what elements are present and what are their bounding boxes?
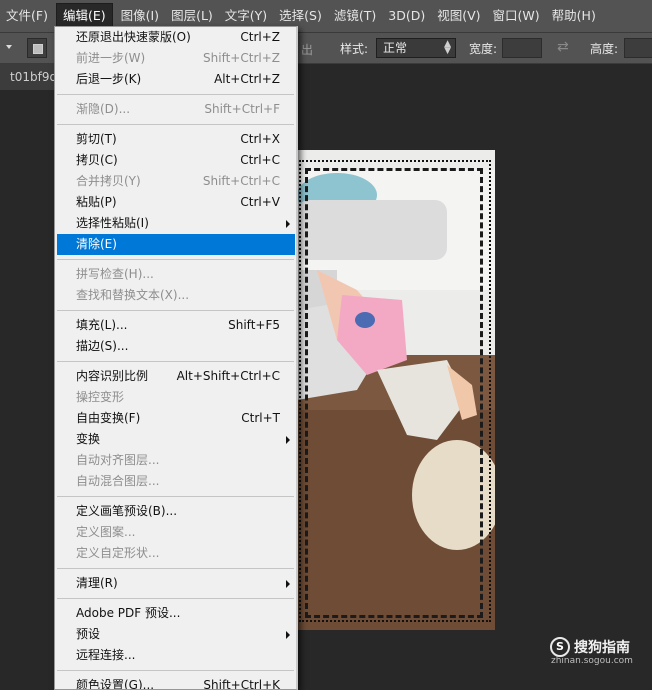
menu-item-define-pattern[interactable]: 定义图案... (55, 522, 296, 543)
menu-separator (57, 94, 294, 95)
style-select[interactable]: 正常 ▲ ▼ (376, 38, 456, 58)
sogou-s-icon: S (550, 637, 570, 657)
menu-item-auto-align-layers[interactable]: 自动对齐图层... (55, 450, 296, 471)
menu-separator (57, 310, 294, 311)
menu-item-free-transform[interactable]: 自由变换(F) Ctrl+T (55, 408, 296, 429)
watermark-logo: S 搜狗指南 (550, 637, 630, 657)
menu-item-check-spelling[interactable]: 拼写检查(H)... (55, 264, 296, 285)
canvas-image[interactable] (297, 150, 495, 630)
menu-separator (57, 259, 294, 260)
watermark-brand: 搜狗指南 (574, 640, 630, 656)
menu-item-cut[interactable]: 剪切(T) Ctrl+X (55, 129, 296, 150)
edit-menu-dropdown: 还原退出快速蒙版(O) Ctrl+Z 前进一步(W) Shift+Ctrl+Z 后退… (54, 26, 298, 690)
menu-view[interactable]: 视图(V) (431, 4, 486, 28)
new-selection-mode-icon[interactable] (27, 38, 47, 58)
menu-item-define-brush-preset[interactable]: 定义画笔预设(B)... (55, 501, 296, 522)
menu-file[interactable]: 文件(F) (0, 4, 54, 28)
menu-item-remote-connections[interactable]: 远程连接... (55, 645, 296, 666)
menu-separator (57, 124, 294, 125)
menu-item-paste[interactable]: 粘贴(P) Ctrl+V (55, 192, 296, 213)
menu-item-stroke[interactable]: 描边(S)... (55, 336, 296, 357)
menu-type[interactable]: 文字(Y) (219, 4, 273, 28)
style-label: 样式: (340, 42, 369, 56)
document-tab-title: t01bf9d (10, 70, 58, 84)
menu-item-copy[interactable]: 拷贝(C) Ctrl+C (55, 150, 296, 171)
menu-filter[interactable]: 滤镜(T) (328, 4, 382, 28)
height-input[interactable] (624, 38, 652, 58)
menu-item-adobe-pdf-presets[interactable]: Adobe PDF 预设... (55, 603, 296, 624)
menu-3d[interactable]: 3D(D) (382, 4, 431, 28)
swap-width-height-icon[interactable]: ⇄ (557, 39, 569, 55)
menu-separator (57, 598, 294, 599)
submenu-arrow-icon (286, 436, 290, 444)
width-label: 宽度: (469, 42, 498, 56)
menu-item-fade[interactable]: 渐隐(D)... Shift+Ctrl+F (55, 99, 296, 120)
menu-separator (57, 361, 294, 362)
menu-item-content-aware-scale[interactable]: 内容识别比例 Alt+Shift+Ctrl+C (55, 366, 296, 387)
menu-item-define-custom-shape[interactable]: 定义自定形状... (55, 543, 296, 564)
updown-arrow-icon: ▲ ▼ (444, 39, 451, 56)
menu-item-transform[interactable]: 变换 (55, 429, 296, 450)
style-select-value: 正常 (383, 41, 408, 55)
menu-separator (57, 568, 294, 569)
menu-item-step-backward[interactable]: 后退一步(K) Alt+Ctrl+Z (55, 69, 296, 90)
menu-item-undo[interactable]: 还原退出快速蒙版(O) Ctrl+Z (55, 27, 296, 48)
menu-item-puppet-warp[interactable]: 操控变形 (55, 387, 296, 408)
selection-marquee-inner (305, 168, 483, 618)
menu-item-find-replace[interactable]: 查找和替换文本(X)... (55, 285, 296, 306)
menu-image[interactable]: 图像(I) (115, 4, 165, 28)
tool-preset-dropdown-icon[interactable] (6, 45, 12, 49)
width-input[interactable] (502, 38, 542, 58)
submenu-arrow-icon (286, 631, 290, 639)
menu-item-purge[interactable]: 清理(R) (55, 573, 296, 594)
menu-select[interactable]: 选择(S) (273, 4, 328, 28)
menu-item-step-forward[interactable]: 前进一步(W) Shift+Ctrl+Z (55, 48, 296, 69)
document-tab[interactable]: t01bf9d (0, 64, 60, 90)
submenu-arrow-icon (286, 580, 290, 588)
menu-item-copy-merged[interactable]: 合并拷贝(Y) Shift+Ctrl+C (55, 171, 296, 192)
watermark-url: zhinan.sogou.com (551, 656, 633, 666)
submenu-arrow-icon (286, 220, 290, 228)
options-hint-text: 出 (301, 43, 314, 57)
menu-item-auto-blend-layers[interactable]: 自动混合图层... (55, 471, 296, 492)
menu-item-paste-special[interactable]: 选择性粘贴(I) (55, 213, 296, 234)
menu-separator (57, 496, 294, 497)
menu-layer[interactable]: 图层(L) (165, 4, 219, 28)
menu-help[interactable]: 帮助(H) (546, 4, 602, 28)
menu-item-clear[interactable]: 清除(E) (57, 234, 295, 255)
menu-window[interactable]: 窗口(W) (487, 4, 546, 28)
menu-item-color-settings[interactable]: 颜色设置(G)... Shift+Ctrl+K (55, 675, 296, 689)
menu-item-fill[interactable]: 填充(L)... Shift+F5 (55, 315, 296, 336)
height-label: 高度: (590, 42, 619, 56)
menu-item-presets[interactable]: 预设 (55, 624, 296, 645)
menu-separator (57, 670, 294, 671)
